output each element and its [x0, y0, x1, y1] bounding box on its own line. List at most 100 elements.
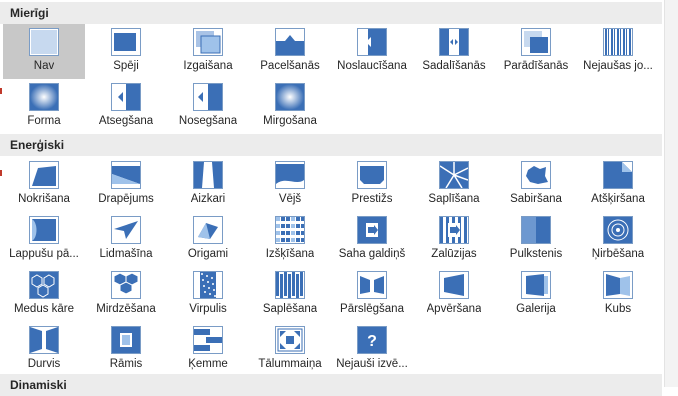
transition-label: Pārslēgšana [340, 303, 404, 315]
transition-item[interactable]: Galerija [495, 267, 577, 322]
transition-label: Nav [33, 60, 55, 72]
transition-item[interactable]: Nav [3, 24, 85, 79]
checkerboard-icon [357, 216, 387, 244]
transition-item[interactable]: Origami [167, 212, 249, 267]
calm-transitions-grid: Nav Spēji Izgaišana Pacelšanās Noslaucīšana S… [3, 24, 659, 134]
transition-item[interactable]: Izšķīšana [249, 212, 331, 267]
transition-item[interactable]: Šaha galdiņš [331, 212, 413, 267]
transition-row: Lappušu pā... Lidmašīna Origami Izšķīšana Ša… [3, 212, 659, 267]
transition-label: Lappušu pā... [9, 248, 79, 260]
transition-label: Noslaucīšana [337, 60, 407, 72]
honeycomb-icon [29, 271, 59, 299]
blinds-icon [439, 216, 469, 244]
transition-item[interactable]: Atšķiršana [577, 157, 659, 212]
transition-item[interactable]: Nokrišana [3, 157, 85, 212]
transition-label: Prestižs [351, 193, 393, 205]
none-icon [29, 28, 59, 56]
doors-icon [29, 326, 59, 354]
transition-row: Medus kāre Mirdzēšana Virpulis Saplēšana Pār… [3, 267, 659, 322]
exciting-transitions-grid: Nokrišana Drapējums Aizkari Vējš Prestižs Sap… [3, 157, 659, 377]
transition-item[interactable]: Mirgošana [249, 79, 331, 134]
split-icon [439, 28, 469, 56]
vortex-icon [193, 271, 223, 299]
transition-row: Nav Spēji Izgaišana Pacelšanās Noslaucīšana S… [3, 24, 659, 79]
transition-item[interactable]: Rāmis [85, 322, 167, 377]
transition-label: Kubs [604, 303, 632, 315]
random-bars-icon [603, 28, 633, 56]
transition-label: Apvēršana [426, 303, 482, 315]
transition-item[interactable]: Ņirbēšana [577, 212, 659, 267]
transition-item[interactable]: Spēji [85, 24, 167, 79]
transition-item[interactable]: Pulkstenis [495, 212, 577, 267]
transition-item[interactable]: Noslaucīšana [331, 24, 413, 79]
drape-icon [111, 161, 141, 189]
shape-icon [29, 83, 59, 111]
transition-item[interactable]: ? Nejauši izvē... [331, 322, 413, 377]
transition-label: Mirdzēšana [96, 303, 156, 315]
transition-label: Nokrišana [18, 193, 70, 205]
origami-icon [193, 216, 223, 244]
transition-label: Ņirbēšana [591, 248, 645, 260]
transition-item[interactable]: Aizkari [167, 157, 249, 212]
transition-item[interactable]: Nejaušas jo... [577, 24, 659, 79]
transition-item[interactable]: Drapējums [85, 157, 167, 212]
transition-item[interactable]: Izgaišana [167, 24, 249, 79]
wipe-icon [357, 28, 387, 56]
cover-icon [193, 83, 223, 111]
uncover-icon [111, 83, 141, 111]
transition-label: Spēji [113, 60, 139, 72]
transition-item[interactable]: Pacelšanās [249, 24, 331, 79]
transition-item[interactable]: Pārslēgšana [331, 267, 413, 322]
transition-label: Mirgošana [263, 115, 317, 127]
transition-row: Forma Atsegšana Nosegšana Mirgošana [3, 79, 659, 134]
transition-label: Durvis [27, 358, 61, 370]
transition-item[interactable]: Apvēršana [413, 267, 495, 322]
page-curl-icon [29, 216, 59, 244]
transition-label: Nejauši izvē... [336, 358, 408, 370]
transition-label: Forma [27, 115, 61, 127]
transition-label: Izgaišana [183, 60, 233, 72]
transition-item[interactable]: Medus kāre [3, 267, 85, 322]
transition-label: Atšķiršana [591, 193, 645, 205]
transition-item[interactable]: Virpulis [167, 267, 249, 322]
comb-icon [193, 326, 223, 354]
transition-item[interactable]: Vējš [249, 157, 331, 212]
transition-label: Atsegšana [98, 115, 154, 127]
transition-item[interactable]: Prestižs [331, 157, 413, 212]
section-header-calm: Mierīgi [0, 2, 662, 24]
transition-item[interactable]: Saplēšana [249, 267, 331, 322]
transition-label: Šaha galdiņš [338, 248, 406, 260]
transition-label: Saplīšana [428, 193, 480, 205]
transition-item[interactable]: Atsegšana [85, 79, 167, 134]
transition-item[interactable]: Forma [3, 79, 85, 134]
vertical-scrollbar[interactable] [664, 0, 678, 387]
section-header-dynamic: Dinamiski [0, 374, 662, 396]
transition-label: Lidmašīna [99, 248, 153, 260]
transition-item[interactable]: Tālummaiņa [249, 322, 331, 377]
transition-label: Origami [187, 248, 229, 260]
transition-label: Parādīšanās [503, 60, 569, 72]
transition-item[interactable]: Ķemme [167, 322, 249, 377]
transition-item[interactable]: Lidmašīna [85, 212, 167, 267]
flip-icon [439, 271, 469, 299]
transition-label: Virpulis [189, 303, 227, 315]
ripple-icon [603, 216, 633, 244]
transition-label: Ķemme [188, 358, 228, 370]
transition-item[interactable]: Parādīšanās [495, 24, 577, 79]
transition-item[interactable]: Lappušu pā... [3, 212, 85, 267]
section-header-exciting: Enerģiski [0, 134, 662, 156]
push-up-icon [275, 28, 305, 56]
transition-item[interactable]: Sadalīšanās [413, 24, 495, 79]
transition-item[interactable]: Mirdzēšana [85, 267, 167, 322]
transition-label: Nejaušas jo... [583, 60, 653, 72]
crush-icon [521, 161, 551, 189]
transition-item[interactable]: Durvis [3, 322, 85, 377]
zoom-icon [275, 326, 305, 354]
transition-item[interactable]: Sabiršana [495, 157, 577, 212]
transition-label: Sabiršana [510, 193, 562, 205]
transition-item[interactable]: Saplīšana [413, 157, 495, 212]
transition-item[interactable]: Kubs [577, 267, 659, 322]
transition-row: Nokrišana Drapējums Aizkari Vējš Prestižs Sap… [3, 157, 659, 212]
transition-item[interactable]: Nosegšana [167, 79, 249, 134]
transition-item[interactable]: Žalūzijas [413, 212, 495, 267]
